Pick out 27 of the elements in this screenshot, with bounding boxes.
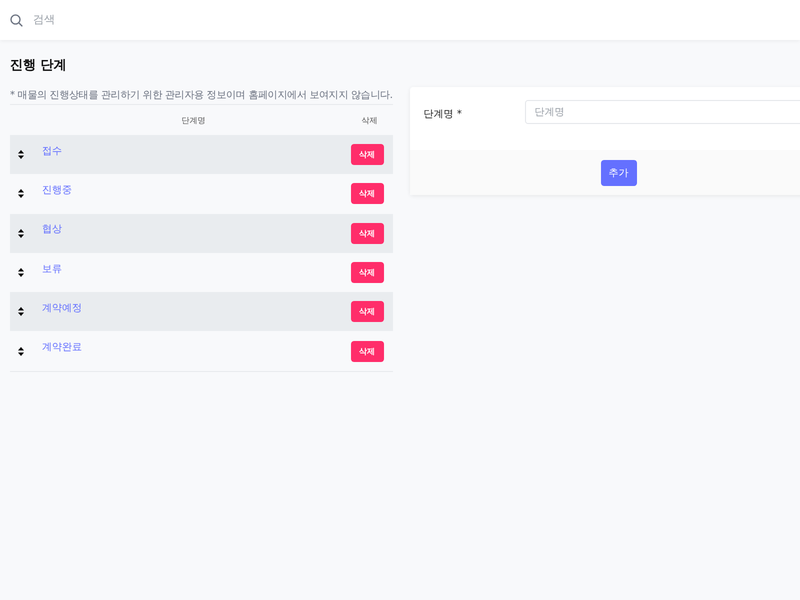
column-header: 삭제 (360, 114, 379, 126)
page-title: 진행 단계 (10, 57, 68, 75)
delete-button[interactable]: 삭제 (350, 301, 384, 322)
sort-icon[interactable] (18, 268, 24, 278)
delete-button[interactable]: 삭제 (350, 262, 384, 284)
add-button[interactable]: 추가 (600, 160, 637, 186)
sort-icon[interactable] (18, 228, 24, 238)
field-label: 단계명 * (424, 108, 463, 121)
stage-name-link[interactable]: 계약완료 (42, 340, 351, 354)
stage-name-field[interactable]: 단계명 (524, 100, 800, 124)
search-icon[interactable] (10, 14, 23, 26)
stage-name-link[interactable]: 협상 (42, 222, 351, 236)
sort-icon[interactable] (18, 189, 24, 198)
delete-button[interactable]: 삭제 (350, 183, 384, 204)
stage-name-link[interactable]: 계약예정 (42, 300, 351, 315)
delete-button[interactable]: 삭제 (350, 340, 384, 362)
stage-name-link[interactable]: 진행중 (42, 182, 351, 197)
sort-icon[interactable] (18, 150, 24, 160)
search-field[interactable]: 검색 (31, 13, 335, 27)
stage-name-link[interactable]: 접수 (42, 144, 351, 158)
sort-icon[interactable] (18, 307, 24, 316)
column-header: 단계명 (180, 114, 206, 126)
delete-button[interactable]: 삭제 (350, 222, 384, 244)
info-note: * 매물의 진행상태를 관리하기 위한 관리자용 정보이며 홈페이지에서 보여지지 않습니다. (10, 88, 393, 105)
delete-button[interactable]: 삭제 (350, 144, 384, 166)
sort-icon[interactable] (18, 346, 24, 356)
stage-name-link[interactable]: 보류 (42, 262, 351, 276)
